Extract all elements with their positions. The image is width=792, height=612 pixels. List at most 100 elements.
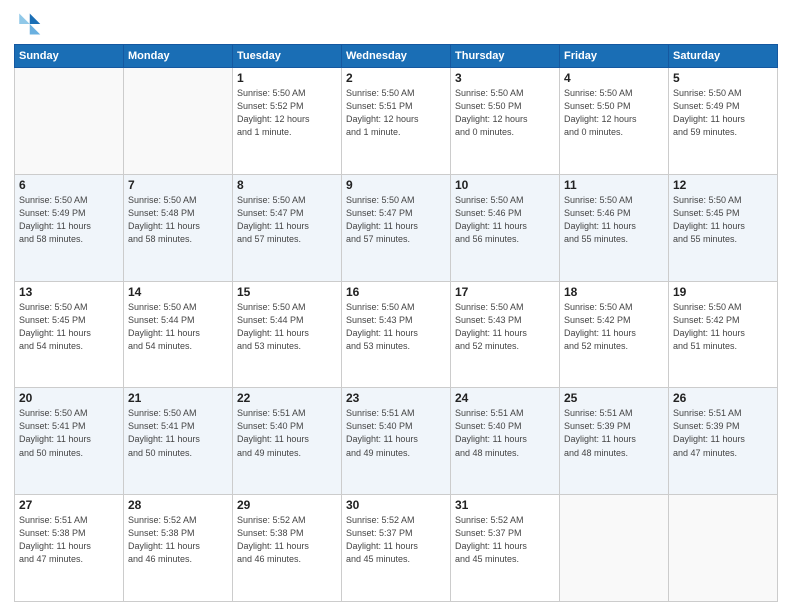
day-info: Sunrise: 5:51 AM Sunset: 5:38 PM Dayligh… xyxy=(19,514,119,566)
calendar-cell: 5 Sunrise: 5:50 AM Sunset: 5:49 PM Daylig… xyxy=(669,68,778,175)
day-number: 15 xyxy=(237,285,337,299)
calendar-cell: 7 Sunrise: 5:50 AM Sunset: 5:48 PM Daylig… xyxy=(124,174,233,281)
day-info: Sunrise: 5:50 AM Sunset: 5:52 PM Dayligh… xyxy=(237,87,337,139)
day-info: Sunrise: 5:52 AM Sunset: 5:38 PM Dayligh… xyxy=(237,514,337,566)
day-number: 17 xyxy=(455,285,555,299)
day-number: 29 xyxy=(237,498,337,512)
day-info: Sunrise: 5:50 AM Sunset: 5:47 PM Dayligh… xyxy=(237,194,337,246)
day-number: 5 xyxy=(673,71,773,85)
day-number: 10 xyxy=(455,178,555,192)
day-number: 25 xyxy=(564,391,664,405)
calendar-cell: 8 Sunrise: 5:50 AM Sunset: 5:47 PM Daylig… xyxy=(233,174,342,281)
day-number: 30 xyxy=(346,498,446,512)
day-number: 19 xyxy=(673,285,773,299)
day-number: 16 xyxy=(346,285,446,299)
day-info: Sunrise: 5:52 AM Sunset: 5:38 PM Dayligh… xyxy=(128,514,228,566)
day-info: Sunrise: 5:50 AM Sunset: 5:45 PM Dayligh… xyxy=(673,194,773,246)
day-number: 27 xyxy=(19,498,119,512)
day-number: 7 xyxy=(128,178,228,192)
logo-icon xyxy=(14,10,42,38)
day-info: Sunrise: 5:51 AM Sunset: 5:40 PM Dayligh… xyxy=(455,407,555,459)
calendar-cell xyxy=(560,495,669,602)
calendar-cell: 29 Sunrise: 5:52 AM Sunset: 5:38 PM Dayli… xyxy=(233,495,342,602)
day-info: Sunrise: 5:50 AM Sunset: 5:50 PM Dayligh… xyxy=(455,87,555,139)
weekday-header: Tuesday xyxy=(233,45,342,68)
calendar-cell: 25 Sunrise: 5:51 AM Sunset: 5:39 PM Dayli… xyxy=(560,388,669,495)
week-row: 13Sunrise: 5:50 AM Sunset: 5:45 PM Dayli… xyxy=(15,281,778,388)
day-info: Sunrise: 5:50 AM Sunset: 5:41 PM Dayligh… xyxy=(128,407,228,459)
day-number: 31 xyxy=(455,498,555,512)
day-number: 23 xyxy=(346,391,446,405)
day-info: Sunrise: 5:50 AM Sunset: 5:42 PM Dayligh… xyxy=(564,301,664,353)
day-number: 26 xyxy=(673,391,773,405)
calendar-cell: 20Sunrise: 5:50 AM Sunset: 5:41 PM Dayli… xyxy=(15,388,124,495)
day-info: Sunrise: 5:50 AM Sunset: 5:51 PM Dayligh… xyxy=(346,87,446,139)
day-info: Sunrise: 5:50 AM Sunset: 5:49 PM Dayligh… xyxy=(673,87,773,139)
calendar-cell xyxy=(669,495,778,602)
calendar-cell: 22 Sunrise: 5:51 AM Sunset: 5:40 PM Dayli… xyxy=(233,388,342,495)
day-info: Sunrise: 5:50 AM Sunset: 5:49 PM Dayligh… xyxy=(19,194,119,246)
calendar-cell: 13Sunrise: 5:50 AM Sunset: 5:45 PM Dayli… xyxy=(15,281,124,388)
calendar-cell xyxy=(124,68,233,175)
calendar-cell: 15 Sunrise: 5:50 AM Sunset: 5:44 PM Dayli… xyxy=(233,281,342,388)
day-info: Sunrise: 5:51 AM Sunset: 5:40 PM Dayligh… xyxy=(237,407,337,459)
weekday-header: Thursday xyxy=(451,45,560,68)
weekday-header: Friday xyxy=(560,45,669,68)
weekday-header: Wednesday xyxy=(342,45,451,68)
day-info: Sunrise: 5:50 AM Sunset: 5:48 PM Dayligh… xyxy=(128,194,228,246)
calendar-cell: 24 Sunrise: 5:51 AM Sunset: 5:40 PM Dayli… xyxy=(451,388,560,495)
week-row: 20Sunrise: 5:50 AM Sunset: 5:41 PM Dayli… xyxy=(15,388,778,495)
calendar-table: SundayMondayTuesdayWednesdayThursdayFrid… xyxy=(14,44,778,602)
calendar-cell: 19 Sunrise: 5:50 AM Sunset: 5:42 PM Dayli… xyxy=(669,281,778,388)
day-number: 12 xyxy=(673,178,773,192)
day-number: 3 xyxy=(455,71,555,85)
calendar-cell: 27 Sunrise: 5:51 AM Sunset: 5:38 PM Dayli… xyxy=(15,495,124,602)
week-row: 1 Sunrise: 5:50 AM Sunset: 5:52 PM Daylig… xyxy=(15,68,778,175)
calendar-cell: 4 Sunrise: 5:50 AM Sunset: 5:50 PM Daylig… xyxy=(560,68,669,175)
calendar-cell: 21Sunrise: 5:50 AM Sunset: 5:41 PM Dayli… xyxy=(124,388,233,495)
day-number: 1 xyxy=(237,71,337,85)
day-info: Sunrise: 5:50 AM Sunset: 5:44 PM Dayligh… xyxy=(237,301,337,353)
day-number: 6 xyxy=(19,178,119,192)
calendar-cell: 23Sunrise: 5:51 AM Sunset: 5:40 PM Dayli… xyxy=(342,388,451,495)
day-info: Sunrise: 5:50 AM Sunset: 5:42 PM Dayligh… xyxy=(673,301,773,353)
day-info: Sunrise: 5:50 AM Sunset: 5:47 PM Dayligh… xyxy=(346,194,446,246)
day-info: Sunrise: 5:50 AM Sunset: 5:46 PM Dayligh… xyxy=(564,194,664,246)
calendar-cell: 12 Sunrise: 5:50 AM Sunset: 5:45 PM Dayli… xyxy=(669,174,778,281)
day-info: Sunrise: 5:52 AM Sunset: 5:37 PM Dayligh… xyxy=(455,514,555,566)
calendar-cell xyxy=(15,68,124,175)
day-info: Sunrise: 5:51 AM Sunset: 5:39 PM Dayligh… xyxy=(564,407,664,459)
weekday-header: Saturday xyxy=(669,45,778,68)
calendar-cell: 9 Sunrise: 5:50 AM Sunset: 5:47 PM Daylig… xyxy=(342,174,451,281)
day-number: 14 xyxy=(128,285,228,299)
calendar-cell: 17 Sunrise: 5:50 AM Sunset: 5:43 PM Dayli… xyxy=(451,281,560,388)
day-number: 8 xyxy=(237,178,337,192)
day-info: Sunrise: 5:50 AM Sunset: 5:45 PM Dayligh… xyxy=(19,301,119,353)
day-info: Sunrise: 5:51 AM Sunset: 5:39 PM Dayligh… xyxy=(673,407,773,459)
day-info: Sunrise: 5:52 AM Sunset: 5:37 PM Dayligh… xyxy=(346,514,446,566)
calendar-cell: 18 Sunrise: 5:50 AM Sunset: 5:42 PM Dayli… xyxy=(560,281,669,388)
day-number: 24 xyxy=(455,391,555,405)
header xyxy=(14,10,778,38)
day-info: Sunrise: 5:50 AM Sunset: 5:43 PM Dayligh… xyxy=(455,301,555,353)
day-info: Sunrise: 5:50 AM Sunset: 5:50 PM Dayligh… xyxy=(564,87,664,139)
weekday-header: Monday xyxy=(124,45,233,68)
calendar-cell: 1 Sunrise: 5:50 AM Sunset: 5:52 PM Daylig… xyxy=(233,68,342,175)
calendar-cell: 30 Sunrise: 5:52 AM Sunset: 5:37 PM Dayli… xyxy=(342,495,451,602)
calendar-cell: 14Sunrise: 5:50 AM Sunset: 5:44 PM Dayli… xyxy=(124,281,233,388)
week-row: 27 Sunrise: 5:51 AM Sunset: 5:38 PM Dayli… xyxy=(15,495,778,602)
day-number: 22 xyxy=(237,391,337,405)
day-number: 18 xyxy=(564,285,664,299)
day-info: Sunrise: 5:50 AM Sunset: 5:41 PM Dayligh… xyxy=(19,407,119,459)
day-number: 4 xyxy=(564,71,664,85)
calendar-cell: 16Sunrise: 5:50 AM Sunset: 5:43 PM Dayli… xyxy=(342,281,451,388)
calendar-cell: 11Sunrise: 5:50 AM Sunset: 5:46 PM Dayli… xyxy=(560,174,669,281)
calendar-cell: 28 Sunrise: 5:52 AM Sunset: 5:38 PM Dayli… xyxy=(124,495,233,602)
day-number: 9 xyxy=(346,178,446,192)
calendar-cell: 2Sunrise: 5:50 AM Sunset: 5:51 PM Daylig… xyxy=(342,68,451,175)
calendar-cell: 10Sunrise: 5:50 AM Sunset: 5:46 PM Dayli… xyxy=(451,174,560,281)
weekday-header-row: SundayMondayTuesdayWednesdayThursdayFrid… xyxy=(15,45,778,68)
page: SundayMondayTuesdayWednesdayThursdayFrid… xyxy=(0,0,792,612)
calendar-cell: 26 Sunrise: 5:51 AM Sunset: 5:39 PM Dayli… xyxy=(669,388,778,495)
day-number: 28 xyxy=(128,498,228,512)
